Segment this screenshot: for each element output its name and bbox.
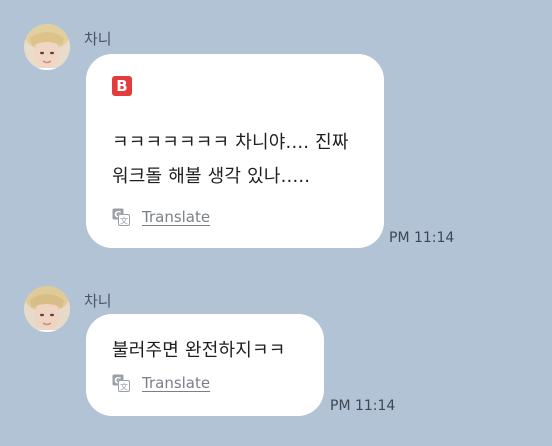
- sender-name: 차니: [84, 30, 112, 48]
- svg-text:文: 文: [120, 382, 128, 392]
- translate-link[interactable]: Translate: [142, 208, 210, 226]
- b-badge-icon: B: [112, 76, 132, 96]
- avatar[interactable]: [24, 24, 70, 70]
- avatar[interactable]: [24, 286, 70, 332]
- message-time: PM 11:14: [330, 398, 396, 414]
- sender-name: 차니: [84, 292, 112, 310]
- translate-button[interactable]: G 文 Translate: [112, 374, 302, 392]
- translate-link[interactable]: Translate: [142, 374, 210, 392]
- svg-text:文: 文: [120, 216, 128, 226]
- translate-button[interactable]: G 文 Translate: [112, 208, 362, 226]
- message-bubble[interactable]: 불러주면 완전하지ㅋㅋ G 文 Translate: [86, 314, 324, 416]
- translate-icon: G 文: [112, 374, 130, 392]
- message-text: 불러주면 완전하지ㅋㅋ: [112, 340, 286, 361]
- message-time: PM 11:14: [389, 230, 455, 246]
- message-bubble[interactable]: B ㅋㅋㅋㅋㅋㅋㅋ 차니야.... 진짜 워크돌 해볼 생각 있나..... G…: [86, 54, 384, 248]
- message-text: ㅋㅋㅋㅋㅋㅋㅋ 차니야.... 진짜 워크돌 해볼 생각 있나.....: [112, 132, 349, 187]
- translate-icon: G 文: [112, 208, 130, 226]
